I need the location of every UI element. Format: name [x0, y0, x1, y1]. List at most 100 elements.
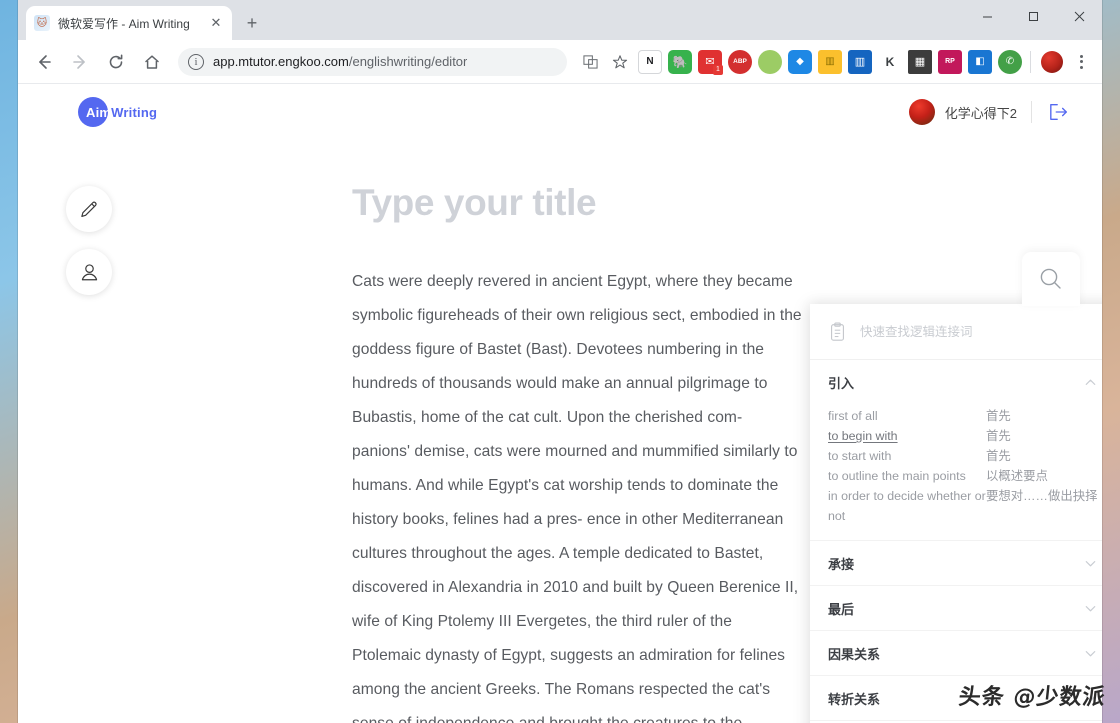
phrase-zh: 首先	[986, 429, 1011, 443]
site-info-icon[interactable]: i	[188, 53, 204, 70]
rp-icon[interactable]: RP	[938, 49, 962, 74]
reload-button[interactable]	[101, 47, 131, 77]
tab-favicon-icon: 🐱	[34, 15, 50, 31]
keyboard-icon[interactable]: ▥	[818, 49, 842, 74]
address-bar[interactable]: i app.mtutor.engkoo.com/englishwriting/e…	[178, 47, 567, 76]
maximize-button[interactable]	[1010, 0, 1056, 32]
app-header-right: 化学心得下2	[908, 99, 1072, 125]
connectives-panel: 引入 first of all 首先 to begin with 首先	[810, 304, 1102, 723]
panel-section-header[interactable]: 承接	[810, 541, 1102, 585]
phrase-row[interactable]: to begin with 首先	[828, 426, 1098, 446]
search-icon	[1040, 268, 1061, 289]
new-tab-button[interactable]: +	[238, 9, 266, 37]
phrase-en: to start with	[828, 449, 892, 463]
panel-section-phrases: first of all 首先 to begin with 首先 to star…	[810, 404, 1102, 540]
document-title-placeholder[interactable]: Type your title	[352, 184, 804, 221]
phrase-row[interactable]: to start with 首先	[828, 446, 1098, 466]
logo-aim: Aim	[86, 104, 112, 120]
browser-menu-button[interactable]	[1068, 49, 1094, 75]
panel-section-header[interactable]: 引入	[810, 360, 1102, 404]
qrcode-icon[interactable]: ▦	[908, 49, 932, 74]
panel-section-final: 最后	[810, 586, 1102, 631]
panel-search-tab-button[interactable]	[1022, 252, 1080, 306]
phrase-zh: 要想对……做出抉择	[986, 489, 1098, 503]
user-avatar[interactable]	[908, 99, 935, 125]
address-bar-url: app.mtutor.engkoo.com/englishwriting/edi…	[213, 54, 467, 69]
page-content: AimWriting 化学心得下2 Type your title Cats w…	[18, 84, 1102, 723]
browser-profile-avatar[interactable]	[1041, 50, 1063, 73]
mail-icon[interactable]: ✉ 1	[698, 49, 723, 75]
bookmark-star-icon[interactable]	[608, 50, 632, 74]
green-circle-icon[interactable]	[758, 49, 782, 74]
connectives-search-input[interactable]	[860, 324, 1098, 339]
toolbar-extensions: N 🐘 ✉ 1 ABP ◆ ▥ ▥ K ▦ RP ◧ ✆	[575, 49, 1094, 75]
mail-badge: 1	[713, 64, 723, 75]
app-logo[interactable]: AimWriting	[78, 97, 157, 127]
edit-tool-button[interactable]	[66, 186, 112, 232]
pencil-icon	[80, 201, 97, 217]
chevron-down-icon[interactable]	[1083, 646, 1098, 661]
chevron-down-icon[interactable]	[1083, 601, 1098, 616]
back-button[interactable]	[29, 47, 59, 77]
phrase-zh: 首先	[986, 409, 1011, 423]
close-button[interactable]	[1056, 0, 1102, 32]
phrase-row[interactable]: in order to decide whether or not 要想对……做…	[828, 486, 1098, 526]
url-path: /englishwriting/editor	[348, 54, 468, 69]
header-divider	[1031, 101, 1032, 123]
app-header: AimWriting 化学心得下2	[18, 84, 1102, 140]
person-icon	[81, 263, 97, 280]
wechat-icon[interactable]: ✆	[998, 49, 1022, 74]
browser-toolbar: i app.mtutor.engkoo.com/englishwriting/e…	[18, 40, 1102, 84]
tab-close-icon[interactable]: ✕	[208, 15, 224, 31]
logout-icon[interactable]	[1046, 101, 1072, 123]
forward-button[interactable]	[65, 47, 95, 77]
phrase-zh: 以概述要点	[986, 469, 1048, 483]
toolbar-divider	[1030, 50, 1031, 73]
window-controls	[964, 0, 1102, 40]
panel-section-causal: 因果关系	[810, 631, 1102, 676]
panel-section-title: 因果关系	[828, 646, 881, 662]
panel-section-title: 承接	[828, 556, 855, 572]
browser-window: 🐱 微软爱写作 - Aim Writing ✕ + i app.mtutor.e…	[18, 0, 1102, 723]
minimize-button[interactable]	[964, 0, 1010, 32]
evernote-icon[interactable]: 🐘	[668, 49, 692, 74]
panel-search-row	[810, 304, 1102, 360]
phrase-en: to outline the main points	[828, 469, 966, 483]
translate-icon[interactable]	[578, 50, 602, 74]
chevron-down-icon[interactable]	[1083, 556, 1098, 571]
logo-text: AimWriting	[86, 105, 157, 120]
kami-icon[interactable]: K	[878, 50, 902, 74]
panel-section-title: 最后	[828, 601, 855, 617]
chevron-up-icon[interactable]	[1083, 375, 1098, 390]
document-body-text[interactable]: Cats were deeply revered in ancient Egyp…	[352, 265, 804, 723]
panel-section-header[interactable]: 最后	[810, 586, 1102, 630]
tab-strip: 🐱 微软爱写作 - Aim Writing ✕ +	[18, 0, 1102, 40]
browser-tab[interactable]: 🐱 微软爱写作 - Aim Writing ✕	[26, 6, 232, 40]
document-editor[interactable]: Type your title Cats were deeply revered…	[352, 184, 804, 723]
url-host: app.mtutor.engkoo.com	[213, 54, 349, 69]
home-button[interactable]	[137, 47, 167, 77]
tab-title: 微软爱写作 - Aim Writing	[58, 16, 190, 31]
watermark: 头条 @少数派	[957, 685, 1108, 710]
trello-icon[interactable]: ▥	[848, 49, 872, 74]
left-tool-rail	[66, 186, 112, 295]
clipboard-icon	[828, 322, 848, 342]
phrase-zh: 首先	[986, 449, 1011, 463]
logo-writing: Writing	[111, 104, 158, 120]
phrase-row[interactable]: first of all 首先	[828, 406, 1098, 426]
user-name: 化学心得下2	[944, 105, 1017, 121]
adblock-plus-icon[interactable]: ABP	[728, 49, 752, 74]
panel-section-introduction: 引入 first of all 首先 to begin with 首先 to s…	[810, 360, 1102, 541]
phrase-en: in order to decide whether or not	[828, 489, 986, 523]
panel-section-header[interactable]: 因果关系	[810, 631, 1102, 675]
phrase-en: first of all	[828, 409, 878, 423]
profile-tool-button[interactable]	[66, 249, 112, 295]
office-icon[interactable]: ◧	[968, 49, 992, 74]
diamond-icon[interactable]: ◆	[788, 49, 812, 74]
notion-icon[interactable]: N	[638, 49, 662, 74]
panel-section-title: 引入	[828, 375, 855, 391]
panel-section-continuation: 承接	[810, 541, 1102, 586]
panel-section-title: 转折关系	[828, 691, 881, 707]
phrase-en: to begin with	[828, 429, 898, 443]
phrase-row[interactable]: to outline the main points 以概述要点	[828, 466, 1098, 486]
